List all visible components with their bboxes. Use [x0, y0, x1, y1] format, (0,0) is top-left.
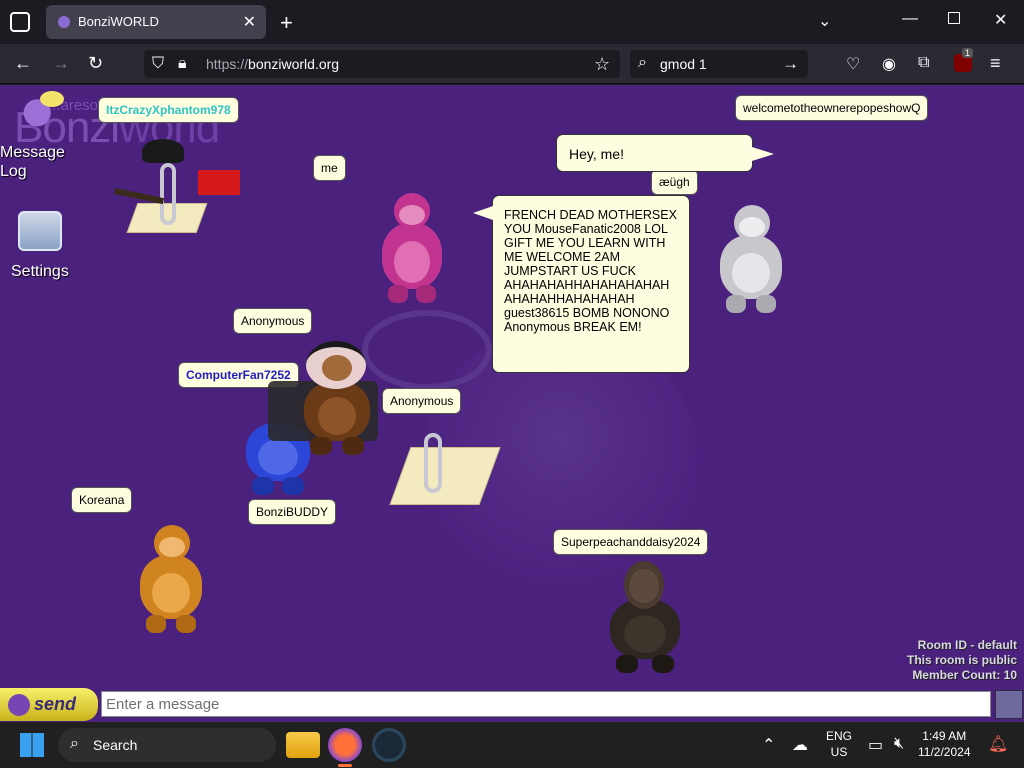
- clippy-paperclip-icon[interactable]: [424, 433, 442, 493]
- restore-icon[interactable]: [948, 12, 960, 24]
- member-count-text: Member Count: 10: [912, 668, 1017, 682]
- taskbar-search-label: Search: [93, 737, 138, 753]
- user-tag-aeugh[interactable]: æügh: [651, 169, 698, 195]
- notification-bell-icon[interactable]: 🔔︎: [988, 734, 1008, 754]
- steam-icon[interactable]: [372, 728, 406, 762]
- speech-bubble-french: FRENCH DEAD MOTHERSEX YOU MouseFanatic20…: [473, 195, 690, 373]
- speech-bubble-icon: [40, 91, 64, 107]
- user-tag-itzcrazyxphantom978[interactable]: ItzCrazyXphantom978: [98, 97, 239, 123]
- clippy-officer-clip-icon[interactable]: [160, 163, 176, 225]
- windows-start-icon[interactable]: [20, 733, 44, 757]
- minimize-icon[interactable]: —: [902, 10, 918, 28]
- tray-chevron-icon[interactable]: ⌃: [762, 735, 775, 755]
- list-tabs-chevron-icon[interactable]: ⌄: [818, 11, 831, 31]
- user-tag-bonzibuddy[interactable]: BonziBUDDY: [248, 499, 337, 525]
- bonziworld-page[interactable]: ...areso Bonziworld Message Log Settings…: [0, 85, 1024, 722]
- bonzi-favicon-icon: [58, 16, 70, 28]
- white-bonzi-gorilla[interactable]: [712, 205, 790, 315]
- pocket-icon[interactable]: ♡: [846, 54, 860, 74]
- url-text: https://bonziworld.org: [206, 56, 339, 72]
- clock-time: 1:49 AM: [922, 729, 967, 743]
- close-window-icon[interactable]: ✕: [994, 10, 1007, 30]
- search-icon: ⌕: [638, 54, 647, 71]
- speech-bubble-hey-me-text: Hey, me!: [569, 146, 624, 162]
- taskbar-search[interactable]: ⌕ Search: [58, 728, 276, 762]
- bookmark-star-icon[interactable]: ☆: [594, 54, 610, 75]
- firefox-icon[interactable]: [328, 728, 362, 762]
- officer-cap-icon: [142, 139, 184, 163]
- user-tag-koreana[interactable]: Koreana: [71, 487, 133, 513]
- room-public-text: This room is public: [906, 653, 1017, 667]
- extensions-icon[interactable]: ⧉: [918, 54, 929, 72]
- user-tag-me[interactable]: me: [313, 155, 346, 181]
- room-info: Room ID - default This room is public Me…: [907, 638, 1017, 683]
- menu-icon[interactable]: ≡: [990, 53, 1001, 74]
- clock-date: 11/2/2024: [918, 745, 971, 759]
- message-input[interactable]: [101, 691, 991, 717]
- back-icon[interactable]: ←: [14, 53, 32, 74]
- search-value: gmod 1: [660, 56, 707, 72]
- user-tag-anonymous-1[interactable]: Anonymous: [233, 308, 313, 334]
- message-log-label[interactable]: Message Log: [0, 143, 65, 181]
- close-tab-icon[interactable]: ✕: [243, 12, 256, 32]
- account-icon[interactable]: ◉: [882, 54, 896, 74]
- lock-icon[interactable]: 🔒︎: [178, 55, 187, 73]
- tab-bar: BonziWORLD ✕ + ⌄ — ✕: [0, 0, 1024, 44]
- tab-title: BonziWORLD: [78, 14, 159, 29]
- rifle-icon: [113, 187, 165, 205]
- windows-taskbar: ⌕ Search ⌃ ☁ ENG US ▭ 🔇︎ 1:49 AM 11/2/20…: [0, 722, 1024, 768]
- cloud-offline-icon[interactable]: ☁: [792, 735, 808, 755]
- send-button[interactable]: send: [0, 688, 98, 721]
- go-arrow-icon[interactable]: →: [782, 54, 799, 74]
- file-explorer-icon[interactable]: [286, 732, 320, 758]
- room-id-text: Room ID - default: [917, 638, 1017, 652]
- settings-computer-icon[interactable]: [18, 211, 62, 251]
- network-icon[interactable]: ▭: [868, 735, 883, 755]
- dark-bonzi-gorilla[interactable]: [602, 559, 688, 675]
- user-tag-anonymous-2[interactable]: Anonymous: [382, 388, 462, 414]
- reload-icon[interactable]: ↻: [88, 53, 103, 74]
- pink-bonzi-gorilla[interactable]: [374, 193, 450, 305]
- url-prefix: https://: [206, 56, 249, 72]
- new-tab-icon[interactable]: +: [280, 10, 293, 36]
- speech-bubble-french-text: FRENCH DEAD MOTHERSEX YOU MouseFanatic20…: [504, 208, 677, 334]
- settings-label[interactable]: Settings: [11, 262, 69, 281]
- lang-region: US: [830, 745, 848, 759]
- user-tag-welcometotheownerepopeshowq[interactable]: welcometotheownerepopeshowQ: [735, 95, 929, 121]
- tab-bonziworld[interactable]: BonziWORLD ✕: [46, 5, 266, 39]
- send-button-label: send: [34, 694, 77, 714]
- url-bar[interactable]: ⛉ 🔒︎ https://bonziworld.org ☆: [144, 50, 620, 78]
- bonzi-send-icon: [8, 694, 30, 716]
- nav-bar: ← → ↻ ⛉ 🔒︎ https://bonziworld.org ☆ ⌕ gm…: [0, 44, 1024, 84]
- firefox-active-indicator: [338, 764, 352, 767]
- background-globe-graphic: [362, 310, 492, 390]
- chat-bar: send: [0, 688, 1024, 721]
- speech-bubble-hey-me: Hey, me!: [556, 134, 774, 172]
- volume-muted-icon[interactable]: 🔇︎: [894, 735, 904, 753]
- emote-menu-icon[interactable]: [995, 690, 1023, 719]
- lang-code: ENG: [826, 729, 853, 743]
- search-bar[interactable]: ⌕ gmod 1 →: [630, 50, 808, 78]
- system-clock[interactable]: 1:49 AM 11/2/2024: [918, 728, 971, 760]
- red-flag-icon: [198, 170, 240, 195]
- tab-overview-icon[interactable]: [10, 12, 30, 32]
- url-host: bonziworld.org: [248, 56, 340, 72]
- forward-icon[interactable]: →: [52, 53, 70, 74]
- taskbar-search-icon: ⌕: [70, 735, 79, 752]
- shield-icon[interactable]: ⛉: [152, 55, 164, 73]
- brown-bonzi-gorilla-keffiyeh[interactable]: [296, 341, 380, 457]
- user-tag-superpeachanddaisy2024[interactable]: Superpeachanddaisy2024: [553, 529, 709, 555]
- message-log-label-line1: Message: [0, 144, 65, 161]
- extension-badge: 1: [962, 48, 974, 58]
- orange-bonzi-gorilla[interactable]: [132, 525, 210, 635]
- language-indicator[interactable]: ENG US: [826, 728, 852, 760]
- message-log-label-line2: Log: [0, 163, 27, 180]
